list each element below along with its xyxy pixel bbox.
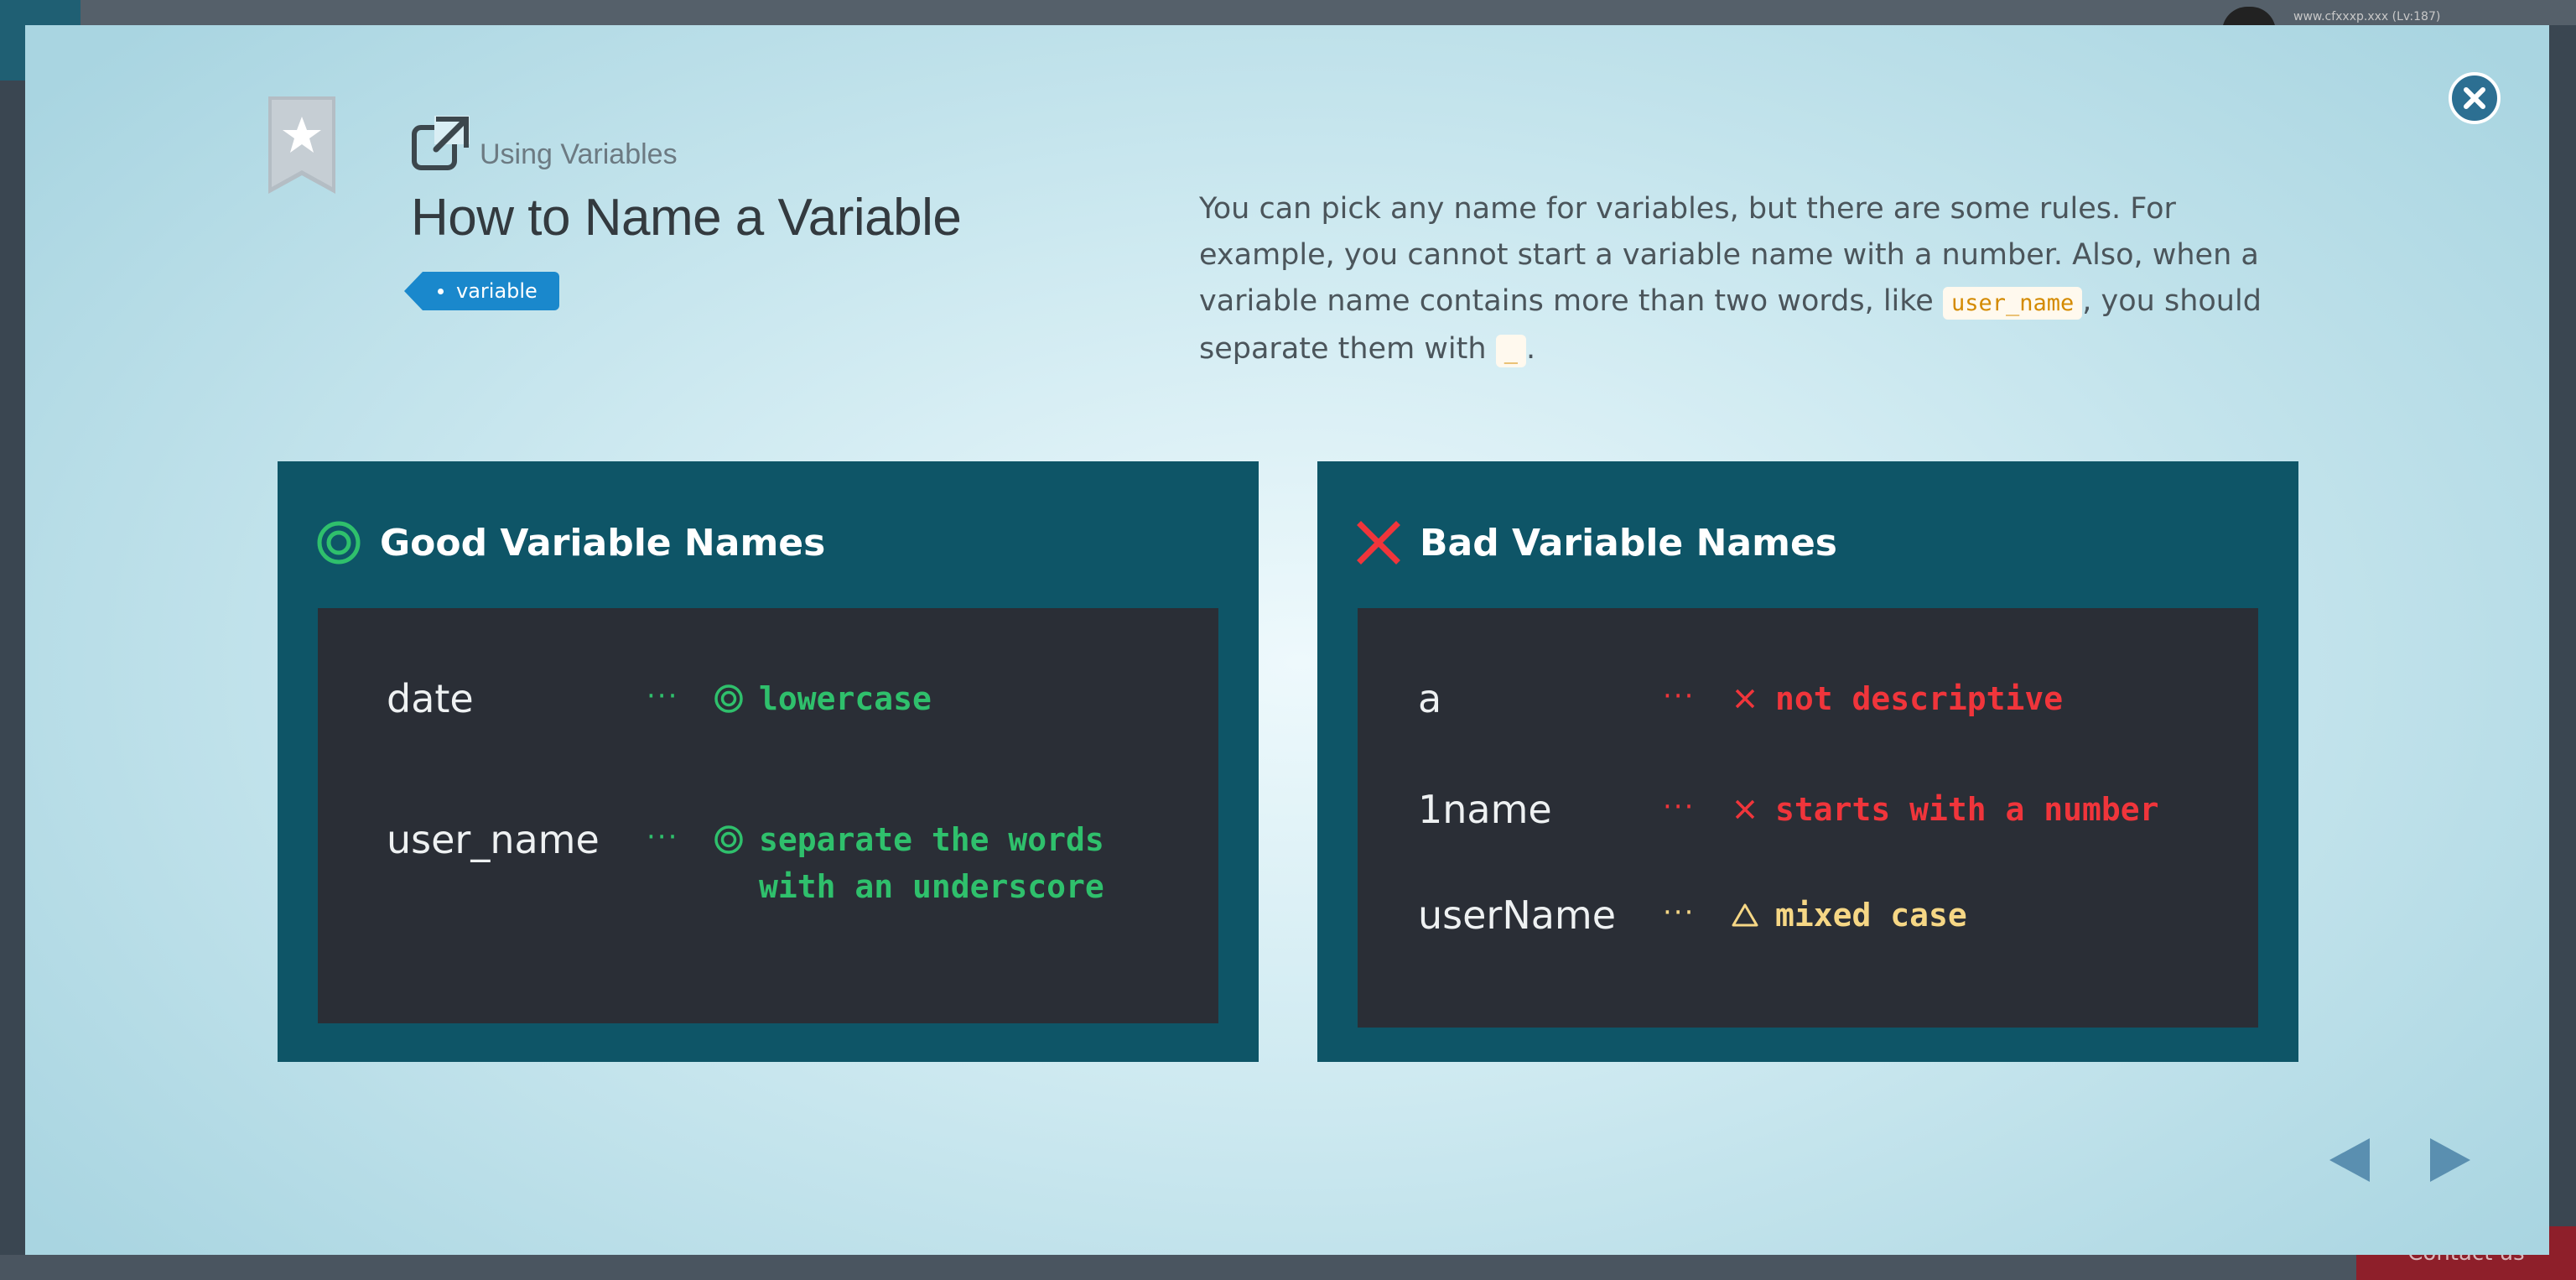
- background-topbar: [0, 0, 2576, 25]
- good-panel-title-text: Good Variable Names: [380, 521, 826, 565]
- list-item: user_name ··· separate the words with an…: [387, 816, 1104, 910]
- good-names-panel: Good Variable Names date ··· lowercase u…: [278, 461, 1259, 1062]
- reason: lowercase: [759, 675, 932, 722]
- bad-panel-title-text: Bad Variable Names: [1420, 521, 1837, 565]
- code-inline-user-name: user_name: [1942, 287, 2083, 320]
- dots: ···: [647, 679, 679, 713]
- background-url-text: www.cfxxxp.xxx (Lv:187): [2293, 10, 2441, 23]
- list-item: date ··· lowercase: [387, 675, 932, 722]
- breadcrumb-link[interactable]: Using Variables: [480, 138, 678, 171]
- good-names-list: date ··· lowercase user_name ··· separat…: [318, 608, 1218, 1023]
- variable-name: user_name: [387, 817, 600, 862]
- bookmark-star-icon[interactable]: [268, 96, 335, 194]
- cross-icon: [1357, 521, 1400, 565]
- previous-slide-button[interactable]: [2323, 1137, 2376, 1184]
- close-icon: [2464, 87, 2485, 109]
- dots: ···: [1663, 679, 1696, 713]
- double-circle-icon: [714, 825, 743, 854]
- dots: ···: [1663, 896, 1696, 929]
- external-link-icon[interactable]: [411, 116, 470, 171]
- double-circle-icon: [317, 521, 361, 565]
- close-button[interactable]: [2449, 72, 2501, 124]
- variable-name: date: [387, 676, 474, 721]
- page-title: How to Name a Variable: [411, 189, 962, 247]
- breadcrumb: Using Variables: [411, 116, 1098, 171]
- bad-panel-title: Bad Variable Names: [1357, 520, 1837, 565]
- description-text-3: .: [1525, 332, 1536, 366]
- dots: ···: [647, 820, 679, 854]
- triangle-icon: [1732, 903, 1758, 927]
- reason: separate the words with an underscore: [759, 816, 1104, 910]
- dots: ···: [1663, 790, 1696, 824]
- bad-names-list: a ··· not descriptive 1name ··· starts w…: [1358, 608, 2258, 1028]
- variable-name: userName: [1418, 892, 1617, 938]
- bad-names-panel: Bad Variable Names a ··· not descriptive…: [1317, 461, 2298, 1062]
- list-item: a ··· not descriptive: [1418, 675, 2063, 722]
- cross-icon: [1735, 799, 1755, 820]
- next-slide-button[interactable]: [2423, 1137, 2477, 1184]
- double-circle-icon: [714, 684, 743, 713]
- code-inline-underscore: _: [1495, 335, 1526, 367]
- list-item: 1name ··· starts with a number: [1418, 786, 2159, 833]
- background-bottombar: [0, 1255, 2356, 1280]
- reason: not descriptive: [1775, 680, 2064, 717]
- lesson-description: You can pick any name for variables, but…: [1199, 186, 2289, 374]
- reason: mixed case: [1775, 897, 1967, 934]
- variable-name: a: [1418, 676, 1442, 721]
- lesson-header: Using Variables How to Name a Variable v…: [404, 116, 1098, 310]
- lesson-modal: Using Variables How to Name a Variable v…: [25, 25, 2549, 1255]
- good-panel-title: Good Variable Names: [317, 520, 826, 565]
- cross-icon: [1735, 689, 1755, 709]
- reason-line-1: separate the words: [759, 821, 1104, 858]
- variable-name: 1name: [1418, 787, 1552, 832]
- tag-label: variable: [456, 279, 538, 303]
- reason-line-2: with an underscore: [759, 868, 1104, 905]
- list-item: userName ··· mixed case: [1418, 892, 1967, 939]
- tag-dot: [438, 289, 444, 294]
- reason-line-1: lowercase: [759, 680, 932, 717]
- tag-badge[interactable]: variable: [404, 272, 559, 310]
- reason: starts with a number: [1775, 791, 2159, 828]
